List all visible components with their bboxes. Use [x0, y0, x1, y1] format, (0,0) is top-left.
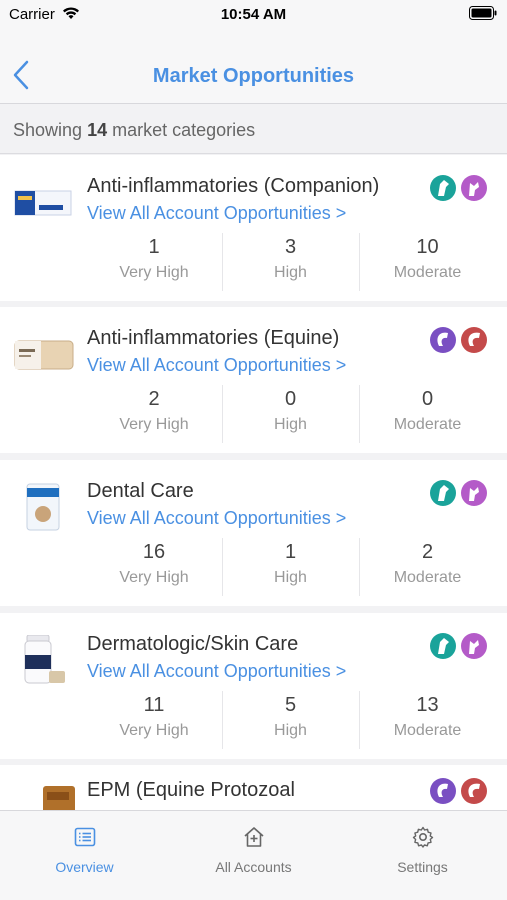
- stat-label: Very High: [119, 416, 189, 433]
- stat-label: Very High: [119, 264, 189, 281]
- stat-very-high: 16 Very High: [86, 538, 222, 596]
- list-icon: [74, 827, 96, 847]
- stat-moderate: 2 Moderate: [359, 538, 495, 596]
- opportunity-stats: 1 Very High 3 High 10 Moderate: [86, 233, 496, 291]
- stat-label: Moderate: [393, 264, 462, 281]
- category-card[interactable]: Dermatologic/Skin Care View All Account …: [0, 613, 507, 759]
- product-box-thumbnail: [43, 786, 75, 810]
- tab-label: All Accounts: [215, 859, 292, 875]
- summary-suffix: market categories: [112, 120, 256, 140]
- stat-high: 1 High: [222, 538, 358, 596]
- stat-moderate: 13 Moderate: [359, 691, 495, 749]
- dog-icon: [430, 633, 456, 659]
- product-box-thumbnail: [14, 340, 74, 370]
- dog-icon: [430, 175, 456, 201]
- stat-value: 0: [421, 388, 434, 410]
- stat-value: 16: [142, 541, 166, 563]
- stat-value: 1: [284, 541, 297, 563]
- cattle-icon: [461, 327, 487, 353]
- tab-label: Overview: [55, 859, 114, 875]
- stat-very-high: 1 Very High: [86, 233, 222, 291]
- stat-label: Very High: [119, 569, 189, 586]
- view-opportunities-link[interactable]: View All Account Opportunities >: [87, 203, 346, 224]
- stat-value: 10: [416, 236, 439, 258]
- horse-icon: [430, 327, 456, 353]
- stat-high: 0 High: [222, 385, 358, 443]
- species-icons: [430, 633, 487, 659]
- tab-bar: Overview All Accounts Settings: [0, 810, 507, 900]
- species-icons: [430, 778, 487, 804]
- summary-count: 14: [87, 120, 108, 140]
- dog-icon: [430, 480, 456, 506]
- stat-very-high: 11 Very High: [86, 691, 222, 749]
- view-opportunities-link[interactable]: View All Account Opportunities >: [87, 508, 346, 529]
- category-card[interactable]: Dental Care View All Account Opportuniti…: [0, 460, 507, 606]
- stat-label: Moderate: [393, 416, 462, 433]
- category-title: Dermatologic/Skin Care: [87, 633, 299, 655]
- cat-icon: [461, 480, 487, 506]
- opportunity-stats: 16 Very High 1 High 2 Moderate: [86, 538, 496, 596]
- tab-settings[interactable]: Settings: [338, 811, 507, 900]
- category-card[interactable]: Anti-inflammatories (Companion) View All…: [0, 155, 507, 301]
- summary-text: Showing 14 market categories: [13, 120, 255, 141]
- tab-label: Settings: [397, 859, 448, 875]
- stat-high: 5 High: [222, 691, 358, 749]
- stat-value: 2: [148, 388, 160, 410]
- navigation-bar: Market Opportunities: [0, 28, 507, 104]
- category-card[interactable]: EPM (Equine Protozoal: [0, 765, 507, 810]
- stat-label: Very High: [119, 722, 189, 739]
- page-title: Market Opportunities: [152, 65, 355, 87]
- category-title: Anti-inflammatories (Equine): [87, 327, 340, 349]
- species-icons: [430, 480, 487, 506]
- summary-bar: Showing 14 market categories: [0, 105, 507, 154]
- stat-value: 11: [143, 694, 165, 716]
- horse-icon: [430, 778, 456, 804]
- stat-value: 2: [421, 541, 434, 563]
- stat-label: High: [274, 264, 307, 281]
- home-plus-icon: [244, 827, 264, 847]
- stat-value: 5: [284, 694, 297, 716]
- category-card[interactable]: Anti-inflammatories (Equine) View All Ac…: [0, 307, 507, 453]
- product-box-thumbnail: [26, 483, 60, 531]
- tab-overview[interactable]: Overview: [0, 811, 169, 900]
- stat-label: High: [274, 722, 307, 739]
- stat-high: 3 High: [222, 233, 358, 291]
- status-time: 10:54 AM: [220, 6, 287, 23]
- stat-label: Moderate: [393, 722, 462, 739]
- stat-very-high: 2 Very High: [86, 385, 222, 443]
- status-bar: Carrier 10:54 AM: [0, 0, 507, 28]
- summary-prefix: Showing: [13, 120, 83, 140]
- tab-all-accounts[interactable]: All Accounts: [169, 811, 338, 900]
- species-icons: [430, 175, 487, 201]
- cattle-icon: [461, 778, 487, 804]
- product-box-thumbnail: [14, 190, 72, 216]
- category-title: Anti-inflammatories (Companion): [87, 175, 380, 197]
- stat-value: 3: [284, 236, 297, 258]
- stat-value: 13: [416, 694, 439, 716]
- category-title: Dental Care: [87, 480, 194, 502]
- gear-icon: [412, 826, 434, 848]
- stat-label: High: [274, 416, 307, 433]
- stat-label: High: [274, 569, 307, 586]
- opportunity-stats: 2 Very High 0 High 0 Moderate: [86, 385, 496, 443]
- species-icons: [430, 327, 487, 353]
- stat-label: Moderate: [393, 569, 462, 586]
- opportunity-stats: 11 Very High 5 High 13 Moderate: [86, 691, 496, 749]
- product-bottle-thumbnail: [24, 635, 65, 684]
- stat-value: 0: [284, 388, 297, 410]
- view-opportunities-link[interactable]: View All Account Opportunities >: [87, 661, 346, 682]
- category-title: EPM (Equine Protozoal: [87, 779, 295, 801]
- view-opportunities-link[interactable]: View All Account Opportunities >: [87, 355, 346, 376]
- cat-icon: [461, 633, 487, 659]
- battery-icon: [469, 6, 497, 20]
- stat-value: 1: [148, 236, 160, 258]
- stat-moderate: 0 Moderate: [359, 385, 495, 443]
- category-list[interactable]: Anti-inflammatories (Companion) View All…: [0, 155, 507, 810]
- cat-icon: [461, 175, 487, 201]
- stat-moderate: 10 Moderate: [359, 233, 495, 291]
